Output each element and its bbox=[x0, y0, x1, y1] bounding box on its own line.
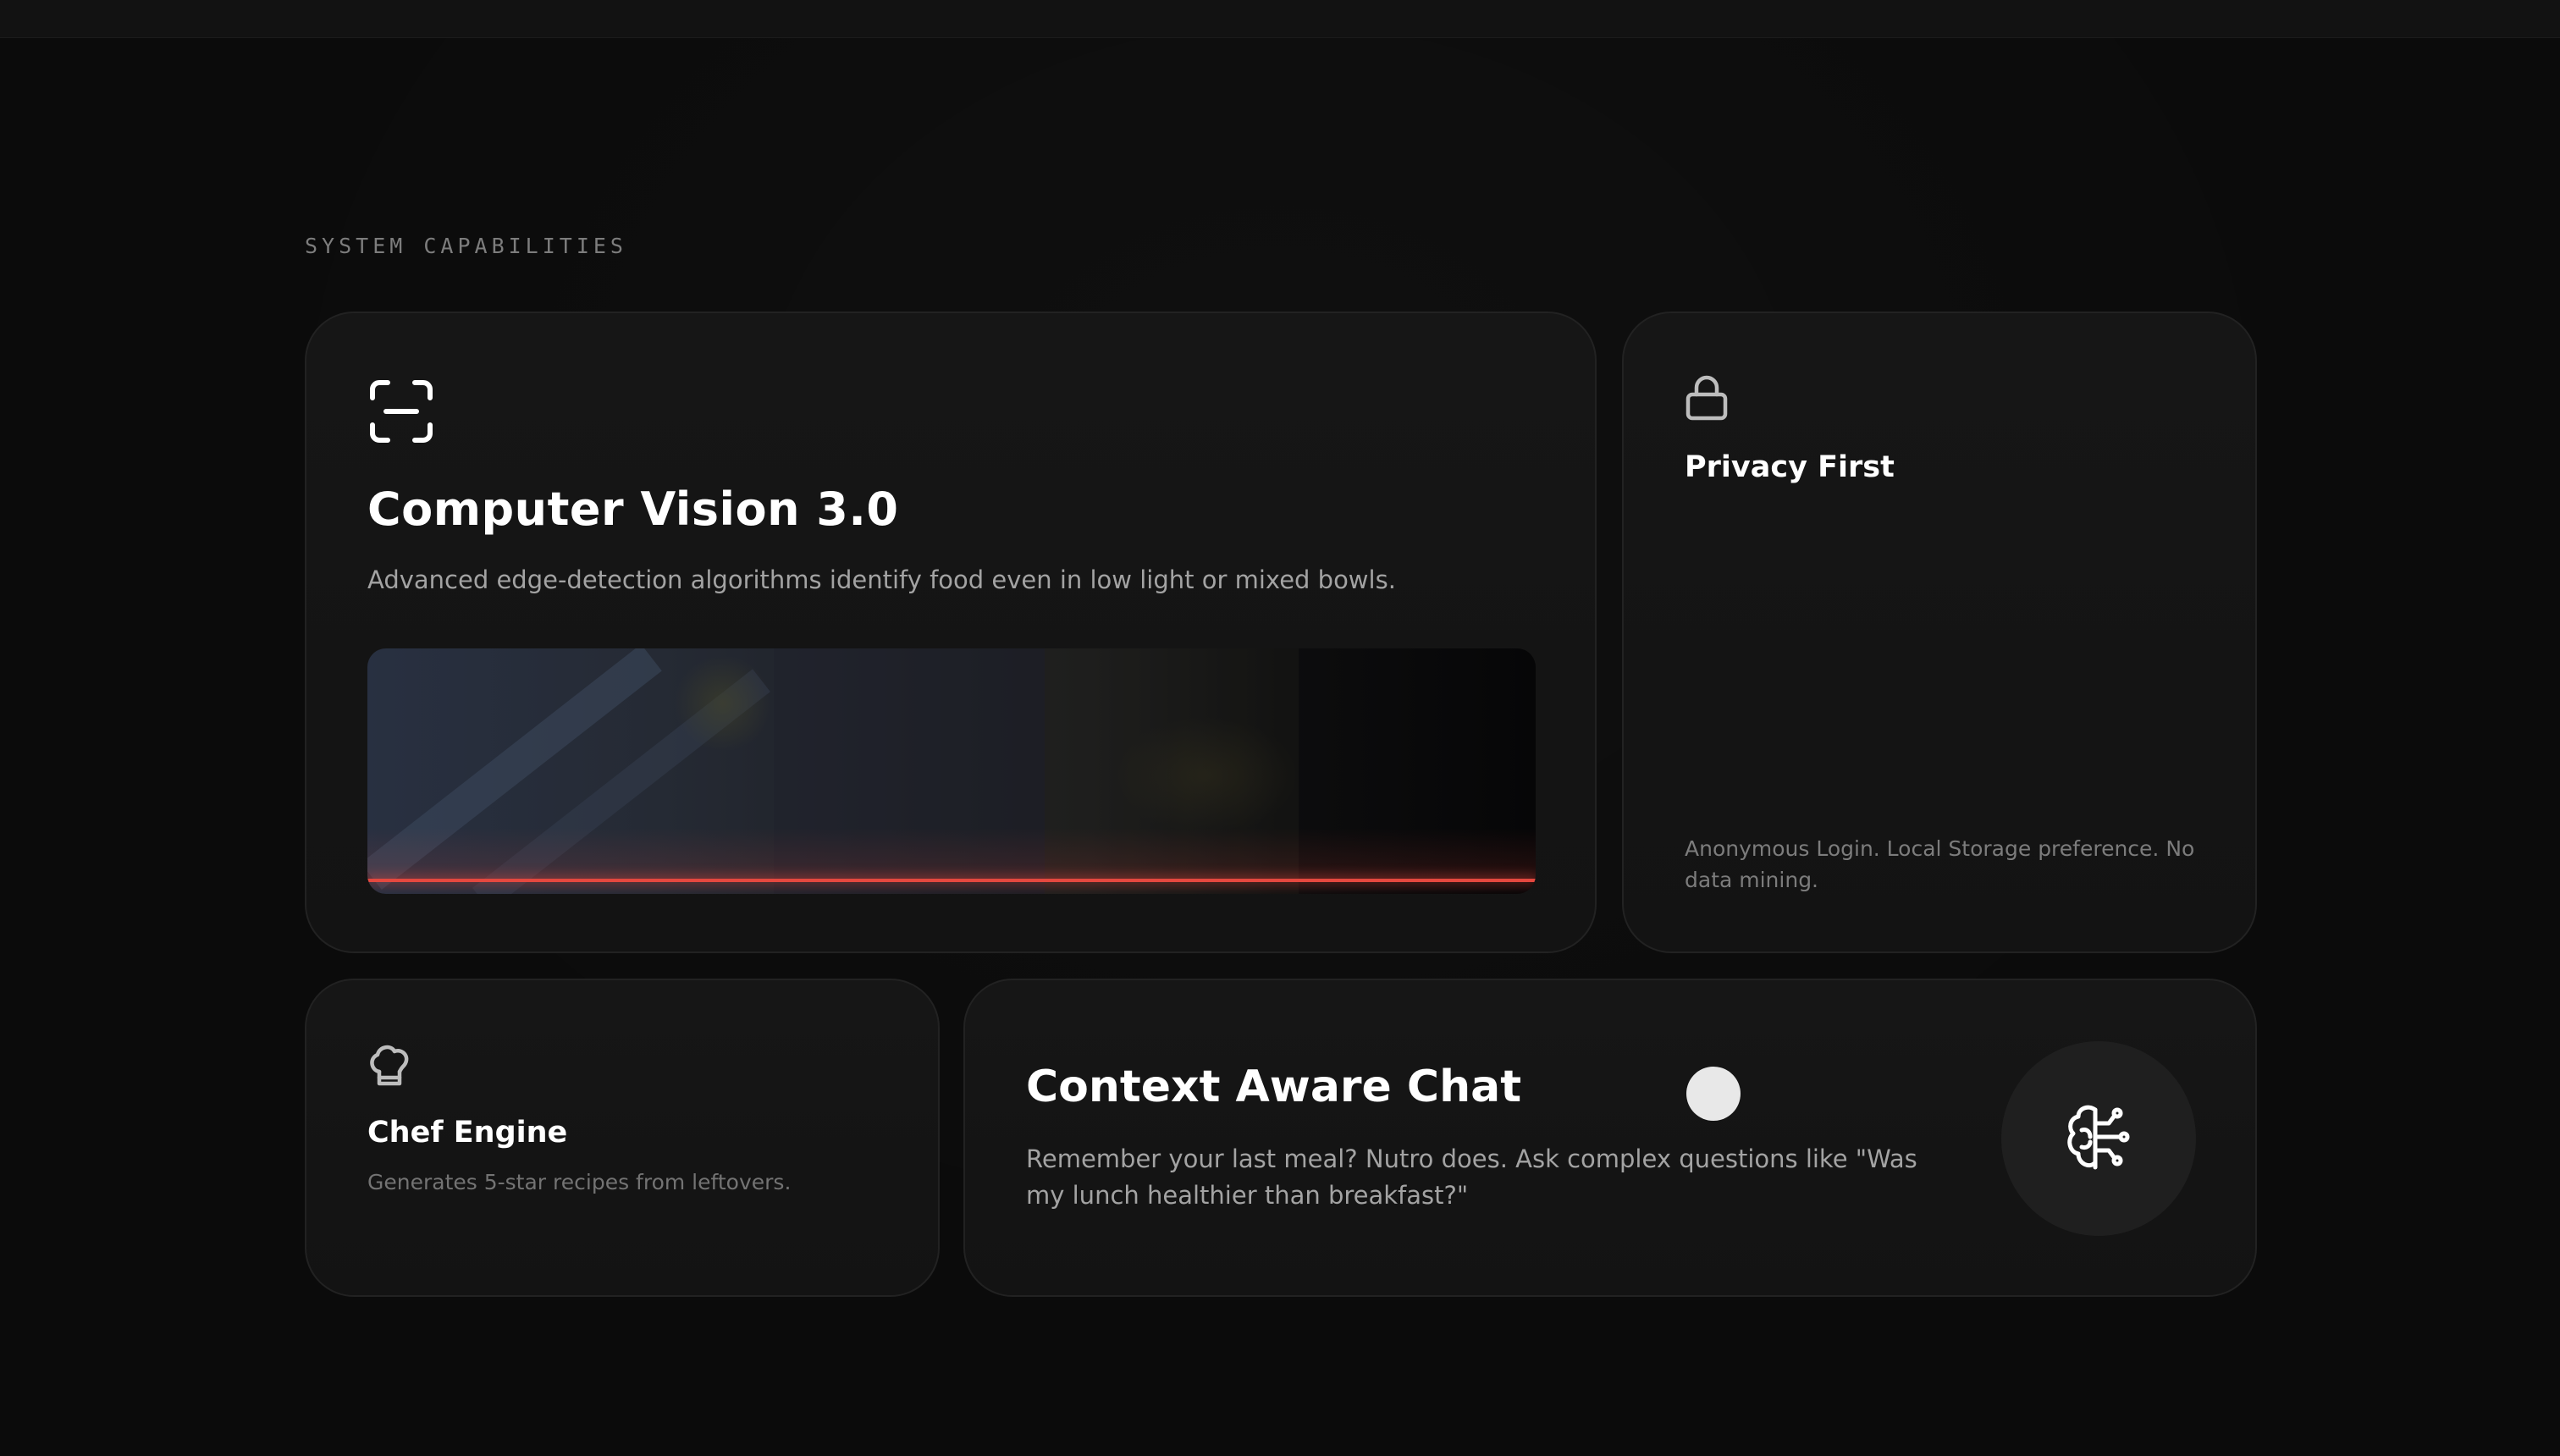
lock-icon bbox=[1685, 374, 1729, 422]
preview-shape bbox=[672, 657, 774, 750]
card-title: Chef Engine bbox=[367, 1116, 568, 1150]
card-title: Context Aware Chat bbox=[1026, 1062, 1522, 1112]
scan-glow bbox=[367, 828, 1536, 879]
scan-icon bbox=[367, 378, 435, 445]
card-description: Anonymous Login. Local Storage preferenc… bbox=[1685, 836, 2195, 892]
page: SYSTEM CAPABILITIES Computer Vision 3.0 … bbox=[0, 0, 2560, 1456]
card-privacy: Privacy First Anonymous Login. Local Sto… bbox=[1622, 312, 2257, 953]
section-label: SYSTEM CAPABILITIES bbox=[305, 234, 627, 258]
camera-preview bbox=[367, 648, 1536, 894]
preview-shape bbox=[1112, 716, 1299, 835]
toggle-knob[interactable] bbox=[1686, 1067, 1741, 1121]
chat-icon-badge bbox=[2001, 1041, 2196, 1236]
brain-circuit-icon bbox=[2065, 1103, 2132, 1174]
card-context-chat: Context Aware Chat Remember your last me… bbox=[963, 979, 2257, 1297]
chef-hat-icon bbox=[367, 1043, 411, 1089]
card-title: Computer Vision 3.0 bbox=[367, 483, 899, 536]
card-description: Remember your last meal? Nutro does. Ask… bbox=[1026, 1144, 1917, 1210]
scan-line bbox=[367, 879, 1536, 882]
card-title: Privacy First bbox=[1685, 450, 1895, 484]
card-chef-engine: Chef Engine Generates 5-star recipes fro… bbox=[305, 979, 940, 1297]
card-description: Advanced edge-detection algorithms ident… bbox=[367, 565, 1396, 594]
top-bar bbox=[0, 0, 2560, 38]
card-description: Generates 5-star recipes from leftovers. bbox=[367, 1170, 792, 1194]
card-computer-vision: Computer Vision 3.0 Advanced edge-detect… bbox=[305, 312, 1597, 953]
